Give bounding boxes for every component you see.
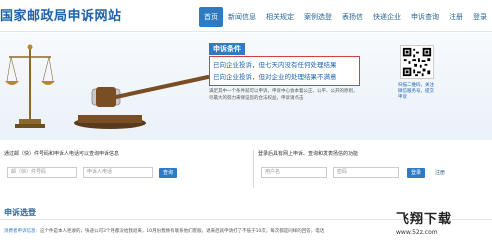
login-button[interactable]: 登录 (407, 167, 426, 178)
complaint-conditions: 申诉条件 已向企业投诉，但七天内没有任何处理结果 已向企业投诉，但对企业的处理结… (209, 43, 360, 102)
login-panel: 登录后具有网上申诉、查询和发表扬信的功能 用户名 密码 登录 注册 (253, 150, 485, 188)
scales-of-justice-illustration (5, 44, 55, 128)
watermark-logo: 飞翔下载 www.52z.com (396, 208, 488, 244)
top-header: 国家邮政局申诉网站 首页 新闻信息 相关规定 案例选登 表扬信 快递企业 申诉查… (0, 0, 492, 32)
qr-code (400, 45, 434, 79)
nav-news[interactable]: 新闻信息 (223, 7, 261, 27)
login-hint: 登录后具有网上申诉、查询和发表扬信的功能 (258, 151, 359, 157)
nav-complaint-query[interactable]: 申诉查询 (406, 7, 444, 27)
notice-text: 这个件是本人拒收的，快递公司3个月都没给我退来，10月份我致有联系他们客服，退来… (40, 229, 325, 234)
register-link[interactable]: 注册 (435, 169, 445, 176)
nav-praise[interactable]: 表扬信 (337, 7, 368, 27)
nav-home[interactable]: 首页 (199, 7, 223, 27)
complaint-notice: 消费者申诉信息：这个件是本人拒收的，快递公司3个月都没给我退来，10月份我致有联… (4, 228, 404, 234)
complaint-description: 满足其中一个条件就可以申诉，申诉中心会本着公正、公平、公开的原则，尽最大的努力来… (209, 89, 358, 101)
complaint-rule: 已向企业投诉，但七天内没有任何处理结果 (213, 61, 337, 69)
nav-cases[interactable]: 案例选登 (299, 7, 337, 27)
username-input[interactable]: 用户名 (261, 167, 327, 178)
complaint-conditions-title: 申诉条件 (209, 43, 245, 55)
query-button[interactable]: 查询 (159, 167, 178, 178)
hero-banner: 申诉条件 已向企业投诉，但七天内没有任何处理结果 已向企业投诉，但对企业的处理结… (0, 33, 492, 140)
main-nav: 首页 新闻信息 相关规定 案例选登 表扬信 快递企业 申诉查询 注册 登录 (199, 7, 492, 27)
tracking-query-hint: 通过邮（快）件号码和申诉人电话可以查询申诉信息 (4, 151, 120, 157)
complaint-rule: 已向企业投诉，但对企业的处理结果不满意 (213, 73, 337, 81)
watermark-url: www.52z.com (396, 229, 438, 236)
tracking-query-panel: 通过邮（快）件号码和申诉人电话可以查询申诉信息 邮（快）件号码 申诉人电话 查询 (4, 150, 240, 188)
gavel-illustration (74, 75, 210, 129)
complaint-rules-box: 已向企业投诉，但七天内没有任何处理结果 已向企业投诉，但对企业的处理结果不满意 (209, 56, 360, 86)
password-input[interactable]: 密码 (333, 167, 399, 178)
complainant-phone-input[interactable]: 申诉人电话 (83, 167, 153, 178)
nav-login[interactable]: 登录 (468, 7, 492, 27)
nav-express-companies[interactable]: 快递企业 (368, 7, 406, 27)
nav-regulations[interactable]: 相关规定 (261, 7, 299, 27)
site-title[interactable]: 国家邮政局申诉网站 (0, 5, 122, 24)
watermark-text: 飞翔下载 (396, 212, 453, 227)
qr-caption: 扫描二维码，关注微信服务号，提交申诉 (398, 83, 434, 100)
section-title: 申诉选登 (4, 208, 36, 217)
tracking-number-input[interactable]: 邮（快）件号码 (7, 167, 77, 178)
nav-register[interactable]: 注册 (444, 7, 468, 27)
notice-label[interactable]: 消费者申诉信息： (4, 229, 40, 234)
